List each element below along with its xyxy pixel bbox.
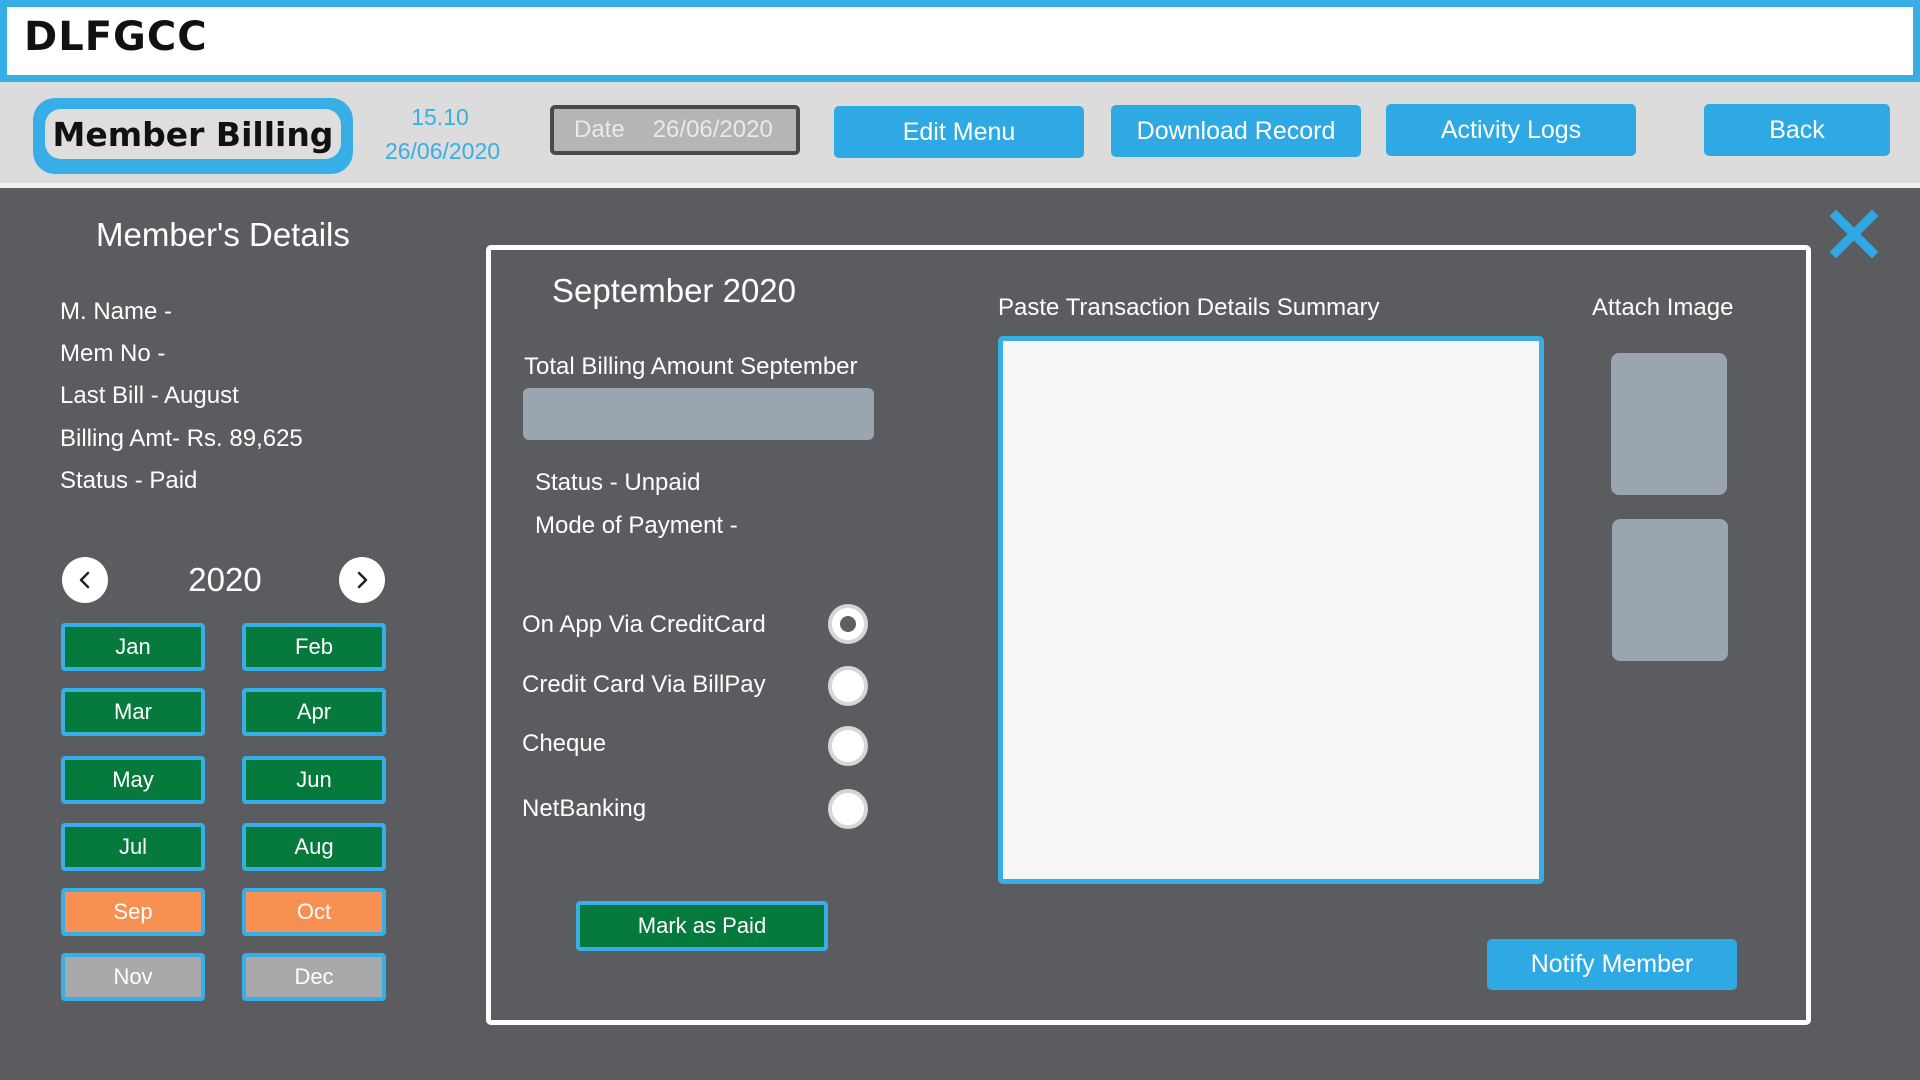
date-field[interactable]: Date 26/06/2020 (550, 105, 800, 155)
year-label: 2020 (188, 561, 262, 598)
billing-amount: Billing Amt- Rs. 89,625 (60, 425, 303, 452)
month-mar[interactable]: Mar (61, 688, 205, 736)
header-time: 15.10 (411, 104, 469, 130)
next-year-button[interactable] (339, 557, 385, 603)
month-may[interactable]: May (61, 756, 205, 804)
payment-mode-label: Mode of Payment - (535, 512, 738, 539)
member-name: M. Name - (60, 298, 173, 325)
activity-logs-button[interactable]: Activity Logs (1386, 104, 1636, 156)
back-button[interactable]: Back (1704, 104, 1890, 156)
image-slot[interactable] (1612, 519, 1728, 661)
chevron-right-icon (357, 571, 368, 589)
member-number: Mem No - (60, 340, 166, 367)
radio-selected-dot (840, 616, 856, 632)
payment-option-label: Credit Card Via BillPay (522, 671, 766, 698)
last-bill: Last Bill - August (60, 382, 239, 409)
download-record-button[interactable]: Download Record (1111, 105, 1361, 157)
month-feb[interactable]: Feb (242, 623, 386, 671)
close-button[interactable] (1828, 208, 1880, 260)
app-title: DLFGCC (24, 14, 208, 60)
header-date: 26/06/2020 (384, 138, 501, 164)
members-details-title: Member's Details (96, 216, 350, 253)
prev-year-button[interactable] (62, 557, 108, 603)
payment-radio-cheque[interactable] (828, 726, 868, 766)
month-jan[interactable]: Jan (61, 623, 205, 671)
mark-as-paid-button[interactable]: Mark as Paid (576, 901, 828, 951)
month-apr[interactable]: Apr (242, 688, 386, 736)
close-icon (1829, 209, 1879, 259)
month-oct[interactable]: Oct (242, 888, 386, 936)
month-aug[interactable]: Aug (242, 823, 386, 871)
month-dec[interactable]: Dec (242, 953, 386, 1001)
billing-status: Status - Unpaid (535, 469, 701, 496)
month-nov[interactable]: Nov (61, 953, 205, 1001)
member-status: Status - Paid (60, 467, 198, 494)
title-bar (0, 0, 1920, 82)
total-billing-input[interactable] (523, 388, 874, 440)
notify-member-button[interactable]: Notify Member (1487, 939, 1737, 990)
month-sep[interactable]: Sep (61, 888, 205, 936)
payment-radio-billpay[interactable] (828, 666, 868, 706)
paste-transaction-label: Paste Transaction Details Summary (998, 294, 1380, 321)
page-title: Member Billing (45, 109, 341, 159)
month-jul[interactable]: Jul (61, 823, 205, 871)
edit-menu-button[interactable]: Edit Menu (834, 106, 1084, 158)
transaction-summary-textarea[interactable] (998, 336, 1544, 884)
payment-option-label: NetBanking (522, 795, 647, 822)
payment-option-label: Cheque (522, 730, 607, 757)
image-slot[interactable] (1611, 353, 1727, 495)
month-jun[interactable]: Jun (242, 756, 386, 804)
attach-image-label: Attach Image (1592, 294, 1734, 321)
chevron-left-icon (79, 571, 90, 589)
payment-radio-creditcard-app[interactable] (828, 604, 868, 644)
payment-radio-netbanking[interactable] (828, 789, 868, 829)
payment-option-label: On App Via CreditCard (522, 611, 766, 638)
billing-month-title: September 2020 (552, 272, 797, 309)
date-field-value: 26/06/2020 (652, 116, 773, 143)
date-field-label: Date (574, 116, 625, 143)
total-billing-label: Total Billing Amount September (524, 353, 858, 380)
